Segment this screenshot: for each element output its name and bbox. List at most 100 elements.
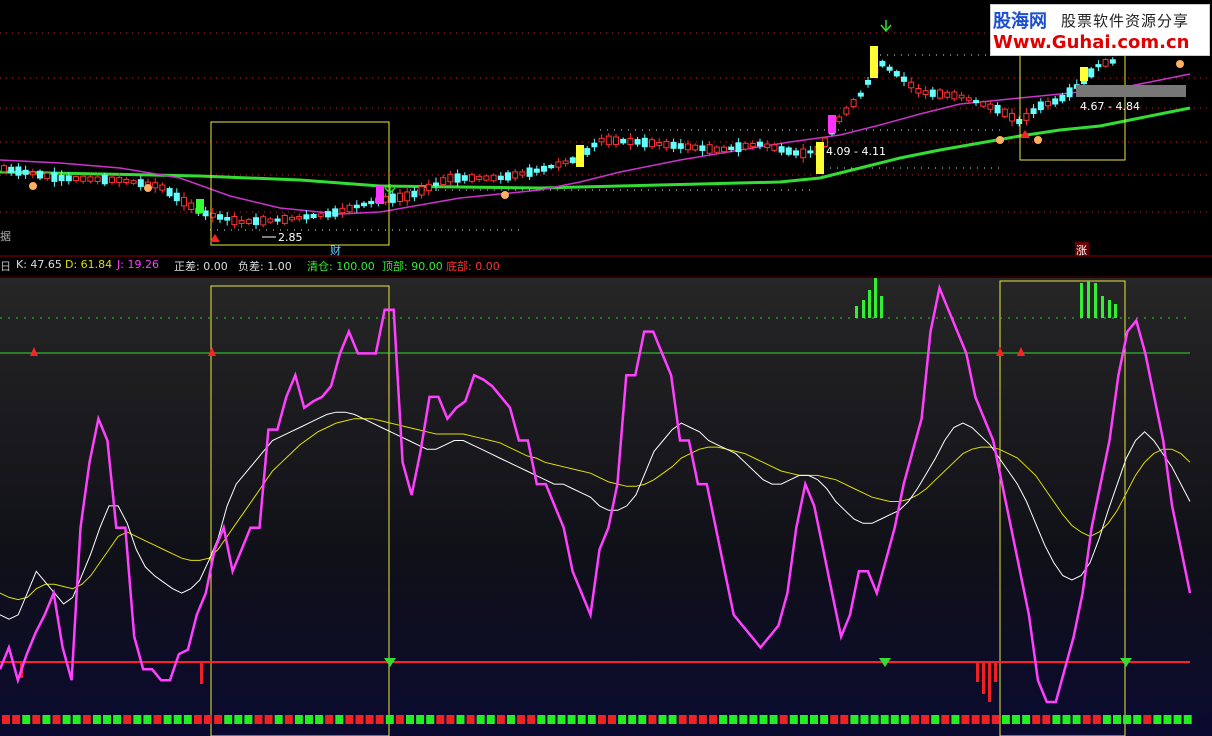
candle-body [1023, 113, 1030, 121]
low-price-label: 2.85 [278, 231, 303, 244]
signal-square [1143, 715, 1152, 724]
signal-square [1153, 715, 1162, 724]
signal-square [527, 715, 536, 724]
candle-body [404, 191, 411, 202]
candle-body [915, 88, 922, 94]
candle-body [721, 146, 727, 153]
signal-square [860, 715, 869, 724]
candle-body [857, 92, 864, 97]
signal-square [294, 715, 303, 724]
candle-body [973, 100, 979, 104]
candle-body [620, 138, 627, 144]
candle-body [735, 142, 742, 153]
candle-body [303, 214, 310, 220]
candle-body [908, 81, 915, 89]
candle-body [231, 216, 238, 226]
indicator-zhengcha: 正差: 0.00 [174, 260, 228, 273]
candle-body [1, 165, 7, 173]
indicator-panel-bg [0, 278, 1212, 736]
candle-body [490, 174, 497, 182]
candle-body [80, 175, 87, 182]
signal-square [1072, 715, 1081, 724]
signal-square [345, 715, 354, 724]
candle-body [569, 157, 576, 164]
candle-body [353, 204, 360, 209]
candle-body [289, 216, 295, 221]
signal-square [305, 715, 313, 724]
candle-body [253, 217, 259, 226]
candle-body [73, 176, 79, 182]
highlight-candle [376, 186, 384, 204]
candle-body [865, 80, 871, 85]
signal-square [931, 715, 940, 724]
candle-body [685, 143, 691, 151]
candle-body [728, 146, 735, 151]
signal-square [1123, 715, 1132, 724]
signal-square [577, 715, 586, 724]
candle-body [339, 207, 346, 214]
signal-square [476, 715, 485, 724]
signal-square [759, 715, 768, 724]
signal-square [618, 715, 627, 724]
candle-body [123, 179, 130, 183]
candle-body [793, 150, 799, 156]
candle-body [771, 144, 778, 151]
candle-body [116, 177, 123, 183]
candle-body [555, 161, 562, 168]
candle-body [137, 179, 144, 187]
signal-square [941, 715, 950, 724]
highlight-candle [196, 199, 204, 213]
indicator-dingbu: 顶部: 90.00 [382, 260, 443, 273]
signal-square [1001, 715, 1010, 724]
candle-body [749, 143, 756, 148]
stock-chart[interactable]: 据 4.09 - 4.11 4.67 - 4.84 2.85 财 涨 [0, 0, 1212, 736]
candle-body [1037, 101, 1044, 111]
signal-square [1062, 715, 1071, 724]
candle-body [886, 66, 893, 71]
candle-body [706, 144, 713, 154]
candle-body [361, 202, 367, 207]
signal-square [911, 715, 919, 724]
candle-body [677, 143, 684, 149]
signal-square [1082, 715, 1091, 724]
candle-body [670, 141, 677, 149]
candle-body [497, 175, 504, 180]
signal-square [900, 715, 909, 724]
candle-body [469, 174, 475, 182]
signal-square [22, 715, 31, 724]
signal-square [12, 715, 21, 724]
signal-square [143, 715, 152, 724]
signal-square [416, 715, 425, 724]
candle-body [843, 107, 850, 115]
signal-square [274, 715, 283, 724]
signal-square [72, 715, 81, 724]
signal-square [123, 715, 132, 724]
watermark-site-name: 股海网 [993, 11, 1047, 32]
signal-square [375, 715, 384, 724]
signal-square [173, 715, 182, 724]
indicator-dibu: 底部: 0.00 [446, 260, 500, 273]
candle-body [994, 104, 1001, 114]
signal-square [1163, 715, 1172, 724]
signal-square [315, 715, 324, 724]
candle-body [332, 208, 339, 217]
signal-square [1012, 715, 1020, 724]
indicator-j-value: J: 19.26 [117, 258, 159, 271]
highlight-candle [1080, 67, 1088, 81]
candle-body [440, 177, 447, 185]
signal-square [204, 715, 212, 724]
candle-body [958, 94, 965, 99]
watermark-url: Www.Guhai.com.cn [993, 32, 1190, 53]
candle-body [505, 172, 511, 181]
signal-square [486, 715, 495, 724]
signal-square [1022, 715, 1031, 724]
indicator-k-value: K: 47.65 [16, 258, 62, 271]
signal-square [799, 715, 808, 724]
price-range-label-2: 4.67 - 4.84 [1080, 100, 1140, 113]
candle-body [1001, 108, 1008, 118]
signal-square [557, 715, 566, 724]
candle-body [699, 145, 706, 151]
watermark-logo: 股海网 股票软件资源分享 Www.Guhai.com.cn [990, 4, 1210, 56]
signal-square [325, 715, 334, 724]
signal-square [92, 715, 101, 724]
